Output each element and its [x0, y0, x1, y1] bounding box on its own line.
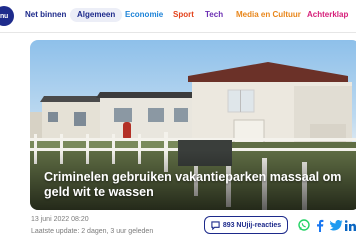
nav-item-economie[interactable]: Economie: [125, 8, 163, 22]
linkedin-icon[interactable]: [345, 218, 356, 232]
nav-item-net-binnen[interactable]: Net binnen: [25, 8, 66, 22]
article-headline[interactable]: Criminelen gebruiken vakantieparken mass…: [44, 170, 356, 200]
top-navigation: nu Net binnen Algemeen Economie Sport Te…: [0, 0, 356, 32]
nav-item-achterklap[interactable]: Achterklap: [307, 8, 348, 22]
reactions-label: 893 NUjij-reacties: [222, 221, 282, 229]
nav-item-sport[interactable]: Sport: [173, 8, 194, 22]
comment-icon: [211, 220, 220, 230]
nav-item-algemeen[interactable]: Algemeen: [70, 8, 123, 22]
article-date: 13 juni 2022 08:20: [31, 216, 89, 223]
nav-item-media-en-cultuur[interactable]: Media en Cultuur: [236, 8, 301, 22]
facebook-icon[interactable]: [313, 218, 327, 232]
reactions-button[interactable]: 893 NUjij-reacties: [204, 216, 288, 234]
whatsapp-icon[interactable]: [297, 218, 311, 232]
nav-divider: [0, 32, 356, 33]
twitter-icon[interactable]: [329, 218, 343, 232]
nu-logo[interactable]: nu: [0, 6, 14, 26]
article-last-update: Laatste update: 2 dagen, 3 uur geleden: [31, 228, 154, 235]
nav-item-tech[interactable]: Tech: [205, 8, 223, 22]
